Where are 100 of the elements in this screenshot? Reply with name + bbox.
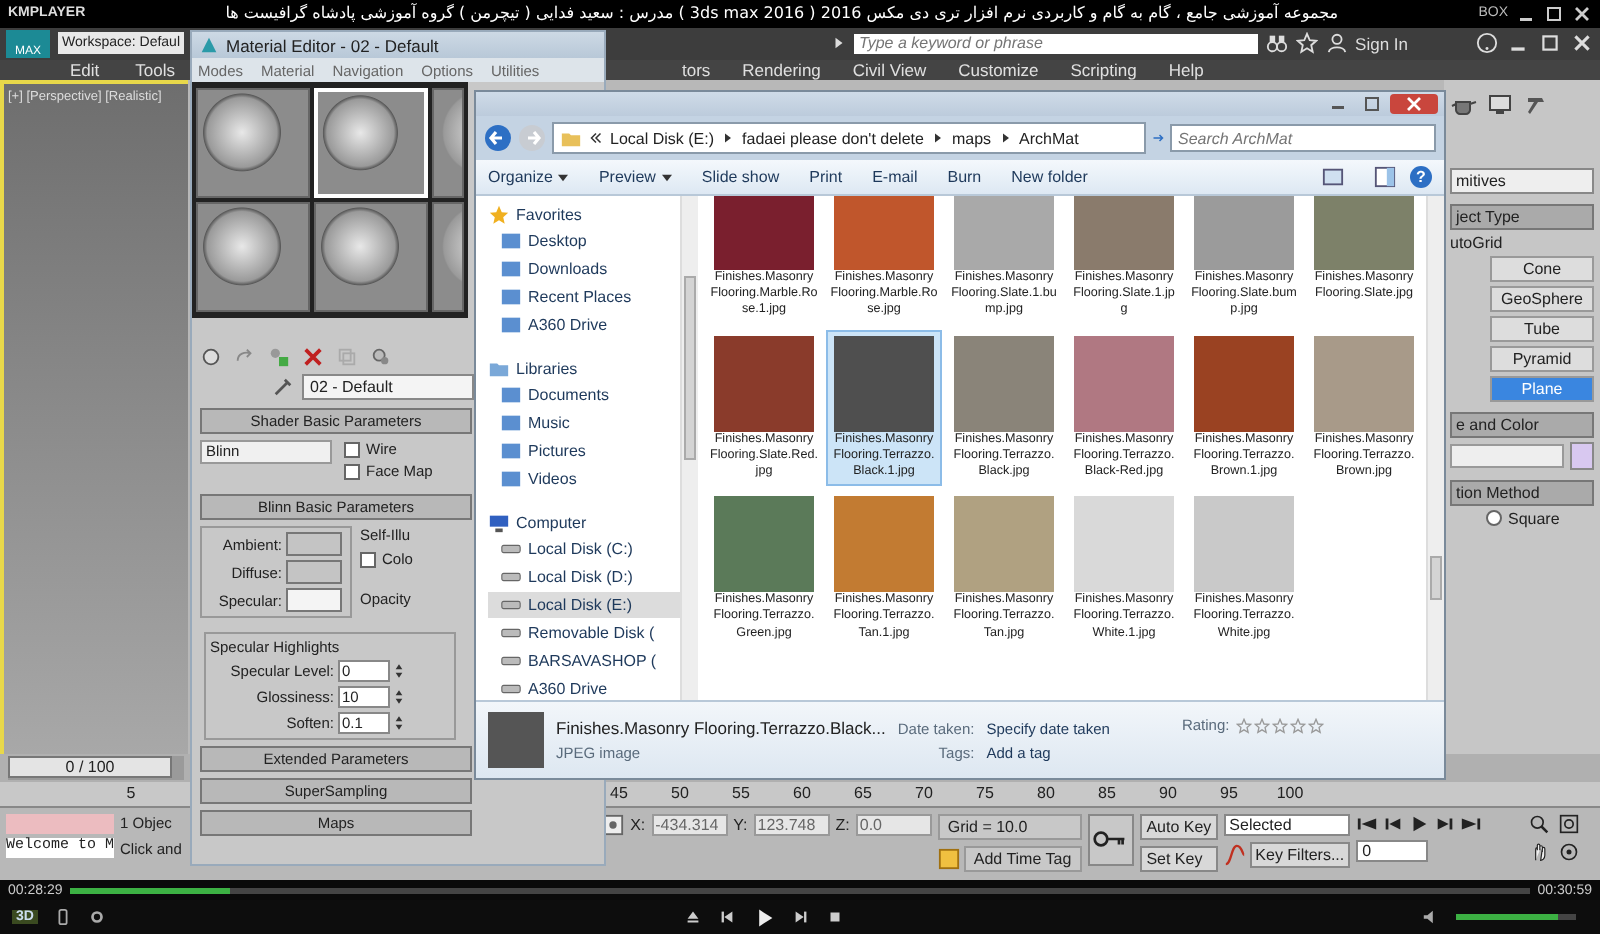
toolbar-button[interactable]: Slide show xyxy=(701,168,780,186)
rollout-header[interactable]: tion Method xyxy=(1450,479,1594,506)
toolbar-button[interactable]: Print xyxy=(809,168,843,186)
sign-in-link[interactable]: Sign In xyxy=(1355,33,1408,54)
search-field[interactable]: Type a keyword or phrase xyxy=(853,33,1258,54)
user-icon[interactable] xyxy=(1325,32,1348,55)
menu-item[interactable]: Help xyxy=(1168,59,1204,80)
previous-frame-icon[interactable] xyxy=(1382,813,1405,834)
menu-item[interactable]: Customize xyxy=(958,59,1039,80)
nav-item[interactable]: Local Disk (C:) xyxy=(488,536,680,562)
sphere-icon[interactable] xyxy=(200,346,222,368)
primitive-button[interactable]: Pyramid xyxy=(1490,345,1594,372)
nav-item[interactable]: Local Disk (E:) xyxy=(488,592,680,618)
checkbox[interactable] xyxy=(360,551,376,567)
key-mode-dropdown[interactable]: Selected xyxy=(1223,813,1351,836)
breadcrumb[interactable]: fadaei please don't delete xyxy=(742,129,924,147)
nav-group[interactable]: Computer xyxy=(516,514,587,532)
color-swatch[interactable] xyxy=(286,588,342,612)
nav-item[interactable]: Videos xyxy=(488,466,680,492)
maximize-icon[interactable] xyxy=(1544,3,1564,24)
radio-button[interactable] xyxy=(1486,510,1502,527)
breadcrumb[interactable]: ArchMat xyxy=(1019,129,1079,147)
checkbox[interactable] xyxy=(344,441,360,457)
refresh-icon[interactable] xyxy=(1152,132,1164,144)
material-slot[interactable] xyxy=(314,202,428,312)
current-frame-field[interactable]: 0 xyxy=(1356,839,1429,862)
maximize-icon[interactable] xyxy=(1538,32,1562,55)
checkbox[interactable] xyxy=(344,463,360,479)
spinner-arrows-icon[interactable] xyxy=(394,714,404,732)
add-time-tag-button[interactable]: Add Time Tag xyxy=(963,845,1082,872)
nav-item[interactable]: BARSAVASHOP ( xyxy=(488,648,680,674)
primitive-button[interactable]: Plane xyxy=(1490,375,1594,402)
preview-pane-icon[interactable] xyxy=(1374,166,1396,188)
go-to-start-icon[interactable] xyxy=(1356,813,1379,834)
scrollbar[interactable] xyxy=(1426,196,1444,700)
nav-item[interactable]: Desktop xyxy=(488,228,680,254)
breadcrumb[interactable]: Local Disk (E:) xyxy=(610,129,715,147)
material-icon[interactable] xyxy=(370,346,392,368)
nav-item[interactable]: Local Disk (D:) xyxy=(488,564,680,590)
menu-item[interactable]: Scripting xyxy=(1070,59,1137,80)
nav-group[interactable]: Favorites xyxy=(516,206,582,224)
menu-item[interactable]: tors xyxy=(682,59,711,80)
rating-stars[interactable] xyxy=(1235,717,1324,733)
phone-icon[interactable] xyxy=(53,908,72,927)
nav-item[interactable]: Downloads xyxy=(488,256,680,282)
spinner-arrows-icon[interactable] xyxy=(394,688,404,706)
rollout-header[interactable]: ject Type xyxy=(1450,203,1594,230)
menu-item[interactable]: Civil View xyxy=(852,59,927,80)
primitive-button[interactable]: GeoSphere xyxy=(1490,285,1594,312)
auto-key-button[interactable]: Auto Key xyxy=(1140,813,1218,840)
menu-item[interactable]: Rendering xyxy=(742,59,821,80)
nav-item[interactable]: Recent Places xyxy=(488,284,680,310)
toolbar-button[interactable]: E-mail xyxy=(872,168,918,186)
y-field[interactable]: 123.748 xyxy=(753,814,830,837)
stop-icon[interactable] xyxy=(825,908,844,927)
color-swatch[interactable] xyxy=(1570,441,1594,470)
color-swatch[interactable] xyxy=(286,560,342,584)
view-icon[interactable] xyxy=(1322,166,1344,188)
delete-icon[interactable] xyxy=(302,346,324,368)
previous-icon[interactable] xyxy=(717,908,736,927)
breadcrumb[interactable]: maps xyxy=(951,129,992,147)
next-frame-icon[interactable] xyxy=(1434,813,1457,834)
seek-bar[interactable] xyxy=(70,887,1530,894)
binoculars-icon[interactable] xyxy=(1265,32,1288,55)
curve-icon[interactable] xyxy=(1223,843,1246,866)
zoom-extents-icon[interactable] xyxy=(1558,813,1581,834)
toolbar-button[interactable]: Preview xyxy=(598,168,672,186)
menu-item[interactable]: Edit xyxy=(70,59,100,80)
nav-item[interactable]: Removable Disk ( xyxy=(488,620,680,646)
nav-item[interactable]: A360 Drive xyxy=(488,676,680,700)
toolbar-button[interactable]: Burn xyxy=(947,168,982,186)
back-icon[interactable] xyxy=(484,124,512,152)
settings-icon[interactable] xyxy=(87,908,106,927)
material-slot[interactable] xyxy=(196,88,310,198)
go-to-end-icon[interactable] xyxy=(1460,813,1483,834)
menu-item[interactable]: Tools xyxy=(135,59,175,80)
time-tag-icon[interactable] xyxy=(937,847,960,870)
material-name-field[interactable]: 02 - Default xyxy=(302,374,474,400)
material-slot[interactable] xyxy=(432,202,464,312)
key-filters-button[interactable]: Key Filters... xyxy=(1249,841,1351,868)
help-button[interactable]: ? xyxy=(1410,166,1432,188)
address-bar[interactable]: Local Disk (E:) fadaei please don't delete maps ArchMat xyxy=(552,122,1146,154)
listener-field[interactable] xyxy=(6,813,115,834)
scrollbar-thumb[interactable] xyxy=(1430,556,1442,600)
material-slot[interactable] xyxy=(432,88,464,198)
nav-item[interactable]: Documents xyxy=(488,382,680,408)
close-icon[interactable] xyxy=(1570,32,1594,55)
nav-item[interactable]: A360 Drive xyxy=(488,312,680,338)
monitor-icon[interactable] xyxy=(1486,91,1514,116)
primitive-button[interactable]: Cone xyxy=(1490,255,1594,282)
eject-icon[interactable] xyxy=(683,908,702,927)
z-field[interactable]: 0.0 xyxy=(855,814,932,837)
primitive-button[interactable]: Tube xyxy=(1490,315,1594,342)
set-key-mode-button[interactable] xyxy=(1087,813,1135,866)
spinner-arrows-icon[interactable] xyxy=(394,662,404,680)
help-icon[interactable] xyxy=(1476,32,1498,55)
nav-item[interactable]: Music xyxy=(488,410,680,436)
category-dropdown[interactable]: mitives xyxy=(1450,167,1594,194)
orbit-icon[interactable] xyxy=(1558,841,1581,862)
nav-item[interactable]: Pictures xyxy=(488,438,680,464)
